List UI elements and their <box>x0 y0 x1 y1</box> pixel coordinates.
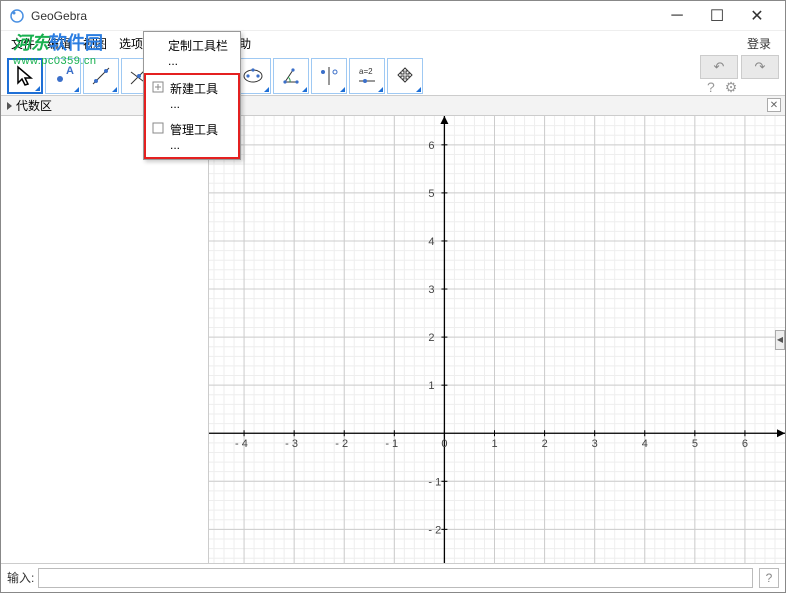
graphics-view[interactable]: - 4 - 3 - 2 - 1 0 1 2 3 4 5 6 - 2 - 1 1 2 3 4 5 6 <box>209 116 785 563</box>
ellipse-icon <box>241 64 265 88</box>
svg-text:3: 3 <box>428 284 434 296</box>
svg-text:2: 2 <box>542 438 548 450</box>
undo-button[interactable]: ↶ <box>700 55 738 79</box>
svg-text:3: 3 <box>592 438 598 450</box>
side-collapse-handle[interactable]: ◀ <box>775 330 785 350</box>
redo-button[interactable]: ↷ <box>741 55 779 79</box>
dropdown-new-tool[interactable]: 新建工具 ... <box>146 75 238 116</box>
input-field[interactable] <box>38 568 753 588</box>
move-view-icon <box>393 64 417 88</box>
svg-text:4: 4 <box>642 438 648 450</box>
svg-text:- 1: - 1 <box>428 476 441 488</box>
manage-tools-icon <box>151 121 165 135</box>
panel-close-button[interactable]: ✕ <box>767 98 781 112</box>
input-bar: 输入: ? <box>1 563 785 591</box>
angle-icon <box>279 64 303 88</box>
dropdown-highlight-box: 新建工具 ... 管理工具 ... <box>144 73 240 159</box>
svg-text:a=2: a=2 <box>359 67 373 76</box>
algebra-view[interactable] <box>1 116 209 563</box>
collapse-triangle-icon <box>7 102 12 110</box>
svg-text:1: 1 <box>491 438 497 450</box>
dropdown-manage-tools[interactable]: 管理工具 ... <box>146 116 238 157</box>
menu-edit[interactable]: 编辑 <box>41 32 77 55</box>
tool-reflect[interactable] <box>311 58 347 94</box>
tool-point[interactable]: A <box>45 58 81 94</box>
svg-text:- 2: - 2 <box>335 438 348 450</box>
input-help-button[interactable]: ? <box>759 568 779 588</box>
svg-text:2: 2 <box>428 332 434 344</box>
main-area: - 4 - 3 - 2 - 1 0 1 2 3 4 5 6 - 2 - 1 1 2 3 4 5 6 ◀ <box>1 116 785 563</box>
maximize-button[interactable]: ☐ <box>697 2 737 30</box>
titlebar: GeoGebra ─ ☐ ✕ <box>1 1 785 31</box>
minimize-button[interactable]: ─ <box>657 2 697 30</box>
input-label: 输入: <box>7 569 34 586</box>
tool-slider[interactable]: a=2 <box>349 58 385 94</box>
menu-file[interactable]: 文件 <box>5 32 41 55</box>
tool-angle[interactable] <box>273 58 309 94</box>
login-link[interactable]: 登录 <box>737 32 781 55</box>
svg-text:- 3: - 3 <box>285 438 298 450</box>
svg-text:- 1: - 1 <box>385 438 398 450</box>
tool-move[interactable] <box>7 58 43 94</box>
svg-text:5: 5 <box>692 438 698 450</box>
svg-text:4: 4 <box>428 236 434 248</box>
reflect-icon <box>317 64 341 88</box>
new-tool-icon <box>151 80 165 94</box>
help-icon[interactable]: ? <box>707 79 715 96</box>
graphics-panel-header[interactable]: 区 ✕ <box>209 96 785 116</box>
settings-icon[interactable]: ⚙ <box>725 79 738 96</box>
dropdown-item-label: 定制工具栏 ... <box>168 39 228 68</box>
dropdown-item-label: 管理工具 ... <box>170 123 218 152</box>
dropdown-item-label: 新建工具 ... <box>170 82 218 111</box>
svg-text:- 4: - 4 <box>235 438 248 450</box>
redo-icon: ↷ <box>755 59 766 75</box>
undo-icon: ↶ <box>714 59 725 75</box>
svg-text:1: 1 <box>428 380 434 392</box>
menubar: 文件 编辑 视图 选项 工具 窗口 帮助 登录 定制工具栏 ... 新建工具 .… <box>1 31 785 56</box>
dropdown-customize-toolbar[interactable]: 定制工具栏 ... <box>144 32 240 73</box>
line-icon <box>89 64 113 88</box>
svg-text:6: 6 <box>428 140 434 152</box>
toolbar: A a=2 ↶ ↷ <box>1 56 785 96</box>
svg-text:- 2: - 2 <box>428 524 441 536</box>
close-button[interactable]: ✕ <box>737 2 777 30</box>
svg-text:6: 6 <box>742 438 748 450</box>
point-icon: A <box>51 64 75 88</box>
tool-move-view[interactable] <box>387 58 423 94</box>
cursor-icon <box>13 64 37 88</box>
menu-view[interactable]: 视图 <box>77 32 113 55</box>
algebra-panel-title: 代数区 <box>16 97 52 114</box>
tool-line[interactable] <box>83 58 119 94</box>
window-title: GeoGebra <box>31 9 657 23</box>
coordinate-plane[interactable]: - 4 - 3 - 2 - 1 0 1 2 3 4 5 6 - 2 - 1 1 2 3 4 5 6 <box>209 116 785 563</box>
svg-text:5: 5 <box>428 188 434 200</box>
slider-icon: a=2 <box>355 64 379 88</box>
svg-text:0: 0 <box>441 438 447 450</box>
app-icon <box>9 8 25 24</box>
svg-text:A: A <box>66 65 74 77</box>
tools-dropdown: 定制工具栏 ... 新建工具 ... 管理工具 ... <box>143 31 241 160</box>
